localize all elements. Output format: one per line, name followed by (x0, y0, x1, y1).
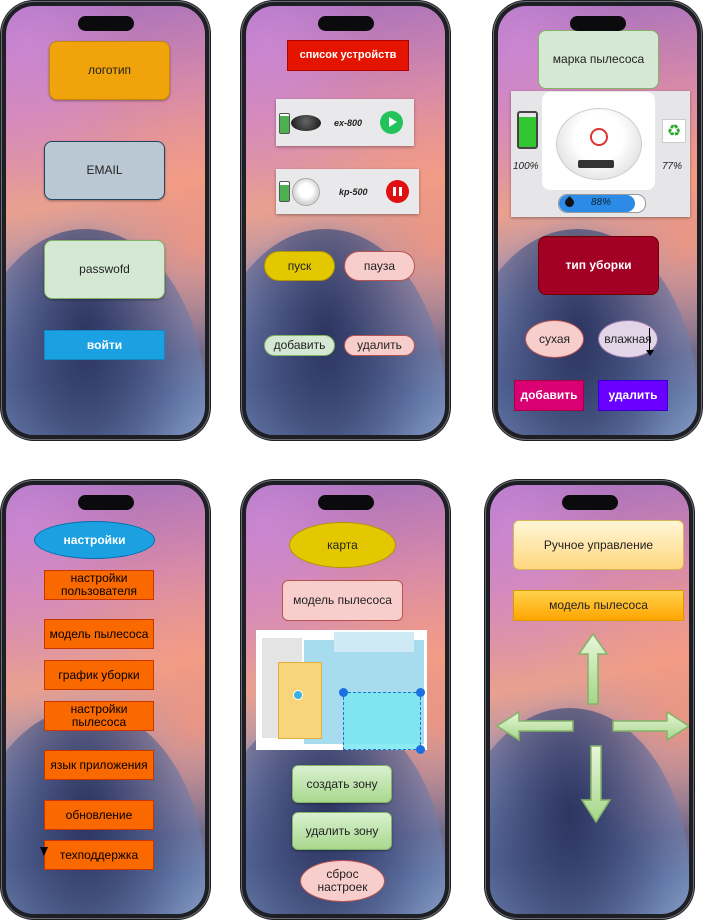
phone-device-detail: марка пылесоса 100% ♻ 77% 88% тип уборки… (492, 0, 703, 441)
password-field[interactable]: passwofd (44, 240, 165, 299)
cursor-arrow-icon (40, 847, 48, 856)
add-button[interactable]: добавить (514, 380, 584, 411)
phone-manual-control: Ручное управление модель пылесоса (484, 479, 695, 920)
dynamic-island (77, 495, 134, 510)
device-list-title: список устройств (287, 40, 409, 71)
phone-screen: список устройств ex-800 kp-500 пуск пауз… (246, 6, 445, 435)
robot-vacuum-image (291, 115, 321, 131)
robot-vacuum-image (542, 92, 655, 190)
zone-resize-icon[interactable] (416, 745, 425, 754)
left-arrow-icon[interactable] (495, 710, 574, 742)
phone-map: карта модель пылесоса создать зону удали… (240, 479, 451, 920)
create-zone-button[interactable]: создать зону (292, 765, 392, 803)
delete-device-button[interactable]: удалить (344, 335, 415, 356)
battery-level: 100% (513, 161, 539, 172)
battery-icon (279, 113, 290, 134)
battery-icon (517, 111, 538, 149)
manual-control-label: Ручное управление (513, 520, 684, 570)
recycle-icon: ♻ (662, 119, 686, 143)
phone-screen: марка пылесоса 100% ♻ 77% 88% тип уборки… (498, 6, 697, 435)
settings-item-schedule[interactable]: график уборки (44, 660, 154, 690)
water-level-bar: 88% (558, 194, 646, 213)
water-level: 88% (591, 197, 612, 208)
battery-icon (279, 181, 290, 202)
dynamic-island (317, 16, 374, 31)
pause-button[interactable] (386, 180, 409, 203)
down-arrow-icon[interactable] (580, 745, 612, 824)
phone-screen: логотип EMAIL passwofd войти (6, 6, 205, 435)
play-button[interactable] (380, 111, 403, 134)
reset-settings-button[interactable]: сброс настроек (300, 860, 385, 902)
model-label: модель пылесоса (513, 590, 684, 621)
device-name: kp-500 (339, 187, 368, 197)
phone-login: логотип EMAIL passwofd войти (0, 0, 211, 441)
selected-zone[interactable] (339, 688, 425, 754)
robot-vacuum-image (292, 178, 320, 206)
settings-title: настройки (34, 521, 155, 559)
status-panel: 100% ♻ 77% 88% (511, 91, 690, 217)
dynamic-island (77, 16, 134, 31)
settings-item-model[interactable]: модель пылесоса (44, 619, 154, 649)
delete-zone-button[interactable]: удалить зону (292, 812, 392, 850)
add-device-button[interactable]: добавить (264, 335, 335, 356)
phone-devices: список устройств ex-800 kp-500 пуск пауз… (240, 0, 451, 441)
login-button[interactable]: войти (44, 330, 165, 360)
phone-screen: Ручное управление модель пылесоса (490, 485, 689, 914)
settings-item-language[interactable]: язык приложения (44, 750, 154, 780)
room-check-icon (293, 690, 303, 700)
cleaning-type-label: тип уборки (538, 236, 659, 295)
right-arrow-icon[interactable] (612, 710, 689, 742)
logo-placeholder: логотип (49, 41, 170, 100)
device-card[interactable]: ex-800 (276, 99, 414, 146)
phone-screen: карта модель пылесоса создать зону удали… (246, 485, 445, 914)
settings-item-user[interactable]: настройки пользователя (44, 570, 154, 600)
settings-item-update[interactable]: обновление (44, 800, 154, 830)
start-button[interactable]: пуск (264, 251, 335, 281)
settings-item-support[interactable]: техподдержка (44, 840, 154, 870)
map-label: карта (289, 522, 396, 568)
email-field[interactable]: EMAIL (44, 141, 165, 200)
cursor-arrow-head (646, 350, 654, 356)
phone-screen: настройки настройки пользователя модель … (6, 485, 205, 914)
settings-item-vacuum[interactable]: настройки пылесоса (44, 701, 154, 731)
zone-close-icon[interactable] (339, 688, 348, 697)
device-name: ex-800 (334, 118, 363, 128)
phone-settings: настройки настройки пользователя модель … (0, 479, 211, 920)
dynamic-island (569, 16, 626, 31)
up-arrow-icon[interactable] (577, 632, 609, 705)
dynamic-island (561, 495, 618, 510)
zone-rotate-icon[interactable] (416, 688, 425, 697)
model-label: модель пылесоса (282, 580, 403, 621)
device-card[interactable]: kp-500 (276, 169, 419, 214)
delete-button[interactable]: удалить (598, 380, 668, 411)
pause-icon (393, 187, 396, 196)
dry-cleaning-button[interactable]: сухая (525, 320, 584, 358)
floor-map[interactable] (256, 630, 427, 754)
play-icon (389, 117, 397, 127)
pause-all-button[interactable]: пауза (344, 251, 415, 281)
brand-label: марка пылесоса (538, 30, 659, 89)
direction-pad (495, 632, 689, 824)
dynamic-island (317, 495, 374, 510)
bin-level: 77% (662, 161, 683, 172)
